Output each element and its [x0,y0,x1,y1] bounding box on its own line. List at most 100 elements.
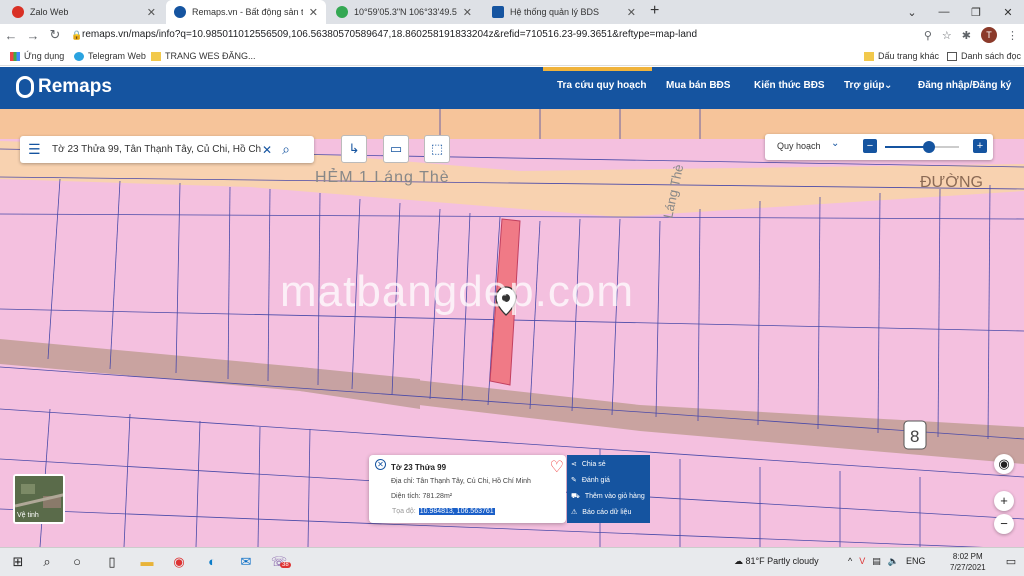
file-explorer-icon[interactable]: ▬ [136,552,158,572]
menu-icon[interactable]: ☰ [28,141,46,158]
tab-remaps[interactable]: Remaps.vn - Bất động sản thật ✕ [166,0,326,24]
vivaldi-icon[interactable]: V [859,556,865,567]
url-actions: ⚲ ☆ ✱ T ⋮ [924,24,1018,46]
nav-kien-thuc-bds[interactable]: Kiến thức BĐS [754,80,825,91]
my-location-button[interactable]: ◉ [994,454,1014,474]
report-data-button[interactable]: ⚠ Báo cáo dữ liệu [571,508,632,517]
bookmark-label: TRANG WES ĐĂNG... [165,51,256,61]
network-icon[interactable]: ▤ [872,556,881,567]
parcel-area: Diện tích: 781.28m² [391,493,452,500]
chevron-down-icon[interactable]: ⌄ [831,138,839,149]
clear-icon[interactable]: ✕ [262,143,272,157]
bookmark-label: Danh sách đọc [961,51,1022,61]
folder-icon [151,51,161,61]
location-icon[interactable]: ⚲ [924,29,932,42]
system-tray: ^ V ▤ 🔈 ENG [848,556,926,567]
bookmark-apps[interactable]: Ứng dụng [10,46,64,66]
minimize-icon[interactable]: — [928,6,960,18]
task-view-icon[interactable]: ▯ [101,552,123,572]
star-icon[interactable]: ☆ [942,29,952,42]
windows-start-icon[interactable]: ⊞ [7,552,29,572]
new-tab-button[interactable]: + [650,2,659,20]
action-label: Thêm vào giỏ hàng [584,493,645,500]
add-to-cart-button[interactable]: ⛟ Thêm vào giỏ hàng [571,492,645,501]
action-label: Báo cáo dữ liệu [582,508,632,516]
cortana-icon[interactable]: ○ [66,552,88,572]
tab-label: Remaps.vn - Bất động sản thật [192,7,303,17]
search-icon[interactable]: ⌕ [36,552,58,572]
search-icon[interactable]: ⌕ [282,141,290,158]
tab-google-maps[interactable]: 10°59'05.3"N 106°33'49.5"E - Goo ✕ [328,0,480,24]
select-area-button[interactable]: ⬚ [424,135,450,163]
reload-icon[interactable]: ↻ [44,27,66,43]
close-icon[interactable]: ✕ [375,459,386,470]
clock-date: 7/27/2021 [950,563,986,572]
close-icon[interactable]: ✕ [309,6,318,19]
zoom-in-button[interactable]: + [973,139,987,153]
extensions-icon[interactable]: ✱ [962,29,971,42]
parcel-title: Tờ 23 Thửa 99 [391,463,447,472]
volume-icon[interactable]: 🔈 [888,556,899,567]
bookmark-label: Ứng dụng [24,51,65,61]
zoom-out-button[interactable]: − [863,139,877,153]
clock[interactable]: 8:02 PM 7/27/2021 [950,551,986,573]
nav-mua-ban-bds[interactable]: Mua bán BĐS [666,80,730,91]
cart-icon: ⛟ [571,493,580,500]
close-icon[interactable]: ✕ [627,6,636,19]
layer-select[interactable]: Quy hoạch [777,141,821,151]
remaps-icon [174,6,186,18]
ruler-button[interactable]: ▭ [383,135,409,163]
tab-zalo[interactable]: Zalo Web ✕ [4,0,164,24]
tab-bds[interactable]: Hệ thống quản lý BDS ✕ [484,0,644,24]
weather-text: 81°F Partly cloudy [745,556,819,566]
chevron-up-icon[interactable]: ^ [848,556,852,567]
layer-control: Quy hoạch ⌄ − + [765,134,993,160]
forward-icon[interactable]: → [22,28,44,43]
close-icon[interactable]: ✕ [147,6,156,19]
logo-pin-icon [16,76,34,98]
windows-taskbar: ⊞ ⌕ ○ ▯ ▬ ◉ ◐ ✉ ☏ 38 ☁ 81°F Partly cloud… [0,547,1024,576]
nav-login[interactable]: Đăng nhập/Đăng ký [918,80,1011,91]
close-icon[interactable]: ✕ [463,6,472,19]
zoom-slider[interactable] [885,141,959,153]
map-zoom-in-button[interactable]: + [994,491,1014,511]
satellite-toggle[interactable]: Vệ tinh [13,474,65,524]
zalo-icon [12,6,24,18]
notification-icon[interactable]: ▭ [1000,552,1022,572]
rate-button[interactable]: ✎ Đánh giá [571,476,610,485]
tab-search-icon[interactable]: ⌄ [896,6,928,19]
clock-time: 8:02 PM [952,552,983,561]
back-icon[interactable]: ← [0,28,22,43]
maximize-icon[interactable]: ❐ [960,6,992,19]
map-zoom-out-button[interactable]: − [994,514,1014,534]
avatar[interactable]: T [981,27,997,43]
chrome-icon[interactable]: ◉ [168,552,190,572]
search-box: ☰ ✕ ⌕ [20,136,314,163]
bookmark-telegram[interactable]: Telegram Web [74,46,146,66]
parcel-address: Địa chỉ: Tân Thạnh Tây, Củ Chi, Hồ Chí M… [391,478,531,485]
bookmark-other[interactable]: Dấu trang khác [864,46,939,66]
measure-distance-button[interactable]: ↳ [341,135,367,163]
weather-widget[interactable]: ☁ 81°F Partly cloudy [734,556,819,567]
satellite-label: Vệ tinh [17,512,39,519]
language-indicator[interactable]: ENG [906,556,926,567]
more-icon[interactable]: ⋮ [1007,29,1018,42]
share-icon: ⋖ [571,461,577,468]
folder-icon [864,51,874,61]
nav-tro-giup[interactable]: Trợ giúp [844,80,884,91]
url-field[interactable]: remaps.vn/maps/info?q=10.985011012556509… [82,24,697,46]
bookmark-reading-list[interactable]: Danh sách đọc [947,46,1021,66]
heart-icon[interactable]: ♡ [550,457,564,477]
remaps-logo[interactable]: Remaps [16,76,112,98]
chevron-down-icon[interactable]: ⌄ [884,80,892,91]
zoom-slider-handle[interactable] [923,141,936,153]
share-button[interactable]: ⋖ Chia sẻ [571,460,606,469]
edge-icon[interactable]: ◐ [201,552,223,572]
coord-value[interactable]: 10.984813, 106.563761 [418,508,495,515]
search-input[interactable] [52,144,262,155]
nav-tra-cuu-quy-hoach[interactable]: Tra cứu quy hoạch [557,80,646,91]
close-window-icon[interactable]: ✕ [992,6,1024,19]
bookmark-trang-wes[interactable]: TRANG WES ĐĂNG... [151,46,256,66]
notification-badge: 38 [280,562,291,568]
mail-icon[interactable]: ✉ [235,552,257,572]
